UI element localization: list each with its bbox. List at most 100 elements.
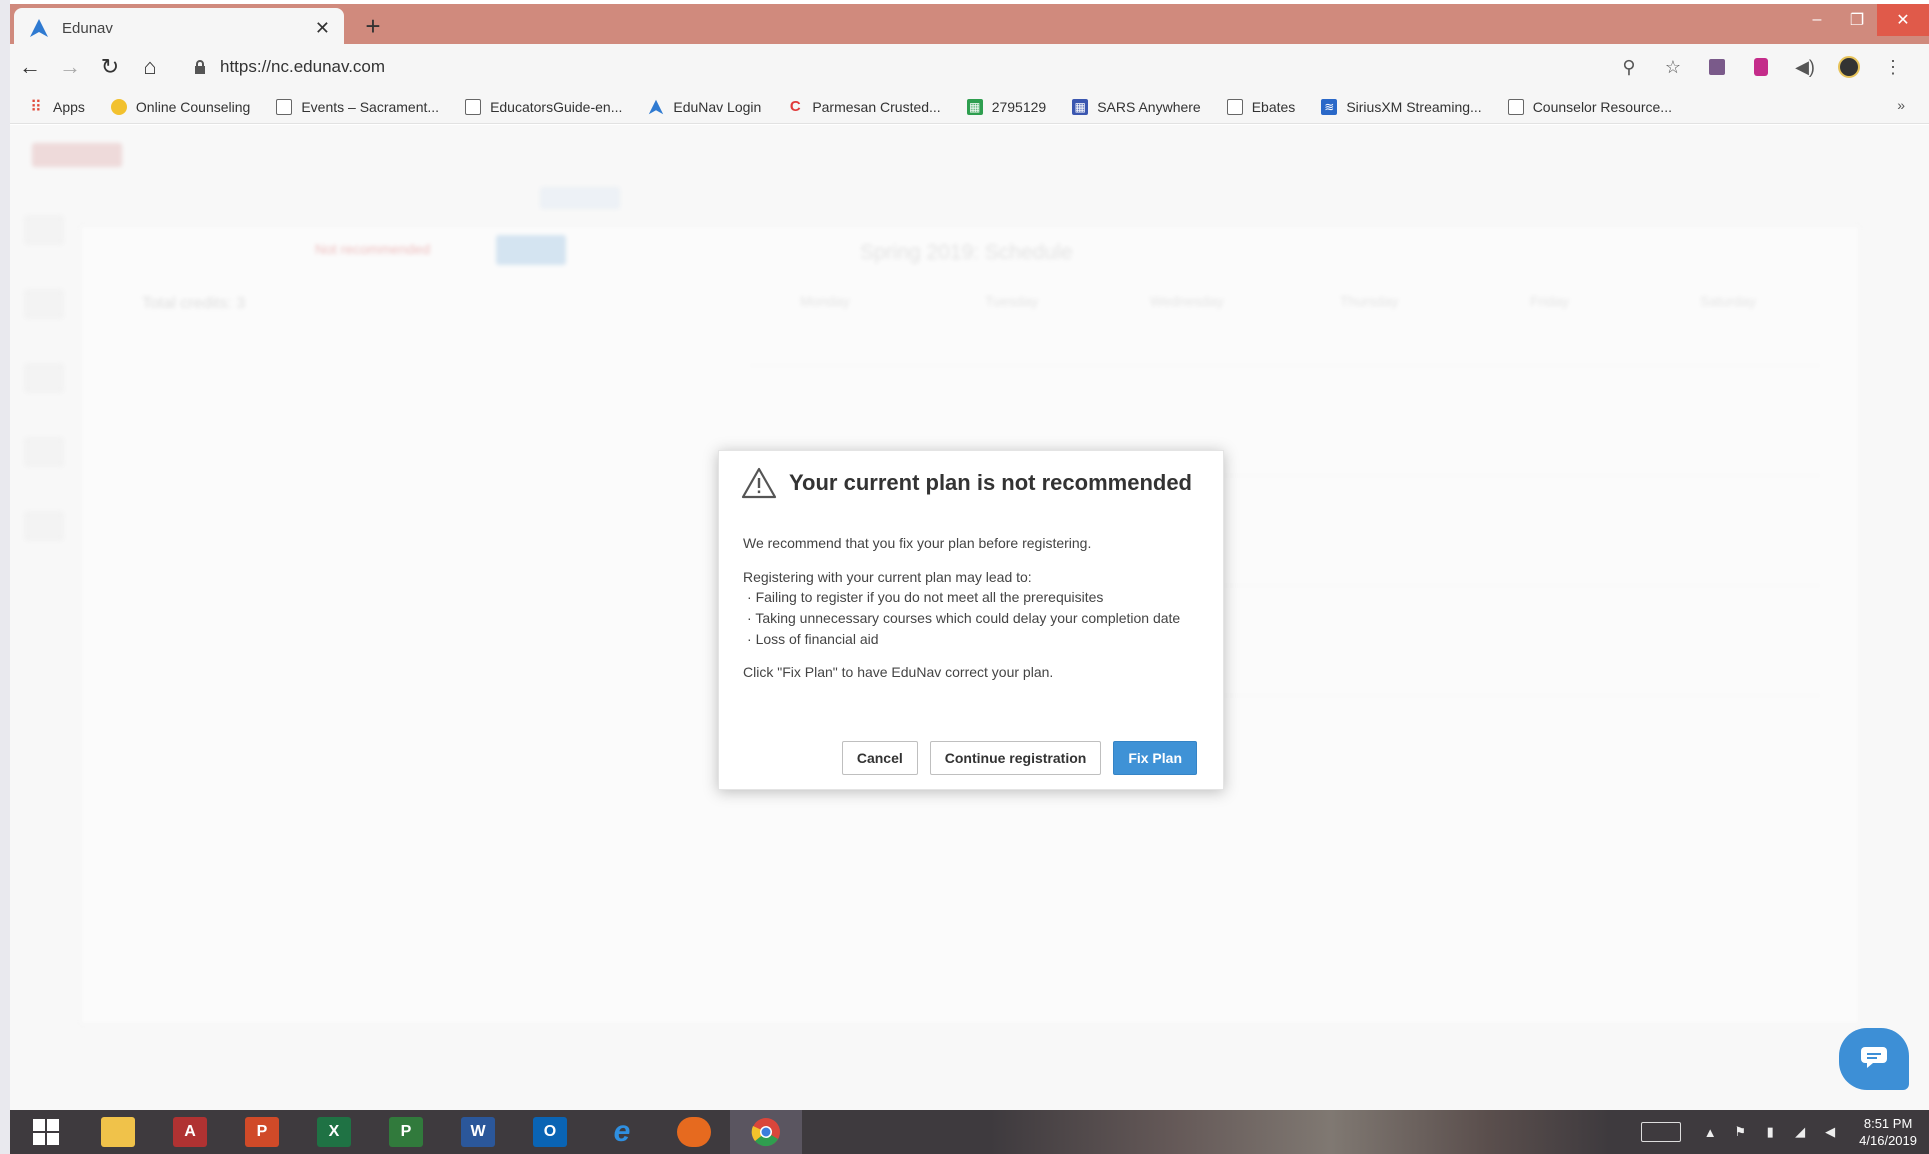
lock-icon — [194, 60, 208, 74]
bookmark-ebates[interactable]: Ebates — [1226, 98, 1296, 115]
page-icon — [1226, 98, 1243, 115]
chat-button[interactable] — [1839, 1028, 1909, 1090]
taskbar-project[interactable]: P — [370, 1110, 442, 1154]
day-column-header: Friday — [1530, 293, 1569, 309]
bookmark-educators-guide[interactable]: EducatorsGuide-en... — [465, 98, 622, 115]
app-logo — [32, 143, 122, 167]
action-center-flag-icon[interactable]: ⚑ — [1725, 1110, 1755, 1154]
app-sub-tab — [540, 187, 620, 209]
browser-title-bar: Edunav ✕ + – ❐ ✕ — [10, 4, 1929, 48]
sidebar-item — [24, 437, 64, 467]
profile-avatar-icon[interactable] — [1827, 50, 1871, 84]
new-tab-button[interactable]: + — [358, 12, 388, 42]
bookmark-events[interactable]: Events – Sacrament... — [276, 98, 439, 115]
file-explorer-icon — [101, 1117, 135, 1147]
taskbar-firefox[interactable] — [658, 1110, 730, 1154]
tab-close-icon[interactable]: ✕ — [315, 18, 330, 39]
bookmark-label: Ebates — [1251, 98, 1296, 115]
taskbar-clock[interactable]: 8:51 PM 4/16/2019 — [1859, 1115, 1917, 1149]
bookmark-apps[interactable]: ⠿ Apps — [28, 98, 85, 116]
edunav-logo-icon — [648, 99, 664, 115]
edunav-logo-icon — [28, 17, 50, 39]
zoom-icon[interactable]: ⚲ — [1607, 50, 1651, 84]
day-column-header: Wednesday — [1150, 293, 1224, 309]
app-header — [10, 125, 1929, 209]
bookmark-siriusxm[interactable]: ≋ SiriusXM Streaming... — [1321, 98, 1482, 115]
bookmark-parmesan[interactable]: C Parmesan Crusted... — [787, 98, 941, 115]
browser-toolbar: ← → ↻ ⌂ https://nc.edunav.com ⚲ ☆ ◀) ⋮ — [10, 44, 1929, 90]
not-recommended-chip: Not recommended — [315, 241, 431, 257]
volume-icon[interactable]: ◀ — [1815, 1110, 1845, 1154]
extension-icon[interactable] — [1695, 50, 1739, 84]
taskbar-excel[interactable]: X — [298, 1110, 370, 1154]
home-button[interactable]: ⌂ — [130, 47, 170, 87]
access-icon: A — [173, 1117, 207, 1147]
bookmark-label: Apps — [53, 98, 85, 115]
taskbar-word[interactable]: W — [442, 1110, 514, 1154]
project-icon: P — [389, 1117, 423, 1147]
taskbar-access[interactable]: A — [154, 1110, 226, 1154]
bookmark-label: Parmesan Crusted... — [812, 98, 941, 115]
bookmark-counselor-resource[interactable]: Counselor Resource... — [1507, 98, 1672, 115]
screen-edge — [0, 0, 10, 1154]
outlook-icon: O — [533, 1117, 567, 1147]
dialog-bullet-item: · Failing to register if you do not meet… — [747, 589, 1104, 605]
sars-icon: ▦ — [1072, 98, 1089, 115]
system-tray: ▲ ⚑ ▮ ◢ ◀ 8:51 PM 4/16/2019 — [1641, 1110, 1917, 1154]
powerpoint-icon: P — [245, 1117, 279, 1147]
cancel-button[interactable]: Cancel — [841, 741, 918, 775]
restore-button[interactable]: ❐ — [1837, 4, 1877, 36]
taskbar-wallpaper — [990, 1110, 1610, 1154]
bullet-text: Failing to register if you do not meet a… — [755, 589, 1104, 605]
grid-line — [750, 365, 1820, 366]
audio-extension-icon[interactable]: ◀) — [1783, 50, 1827, 84]
forward-button[interactable]: → — [50, 47, 90, 87]
page-icon — [276, 98, 293, 115]
bookmark-sars[interactable]: ▦ SARS Anywhere — [1072, 98, 1201, 115]
back-button[interactable]: ← — [10, 47, 50, 87]
taskbar-outlook[interactable]: O — [514, 1110, 586, 1154]
dialog-intro: We recommend that you fix your plan befo… — [743, 535, 1092, 551]
bookmark-label: Online Counseling — [135, 98, 251, 115]
bookmarks-overflow-button[interactable]: » — [1897, 97, 1905, 113]
start-button[interactable] — [10, 1110, 82, 1154]
dialog-lead: Registering with your current plan may l… — [743, 569, 1032, 585]
extension-icons: ⚲ ☆ ◀) ⋮ — [1607, 50, 1929, 84]
schedule-title: Spring 2019: Schedule — [860, 241, 1073, 264]
taskbar-chrome[interactable] — [730, 1110, 802, 1154]
touch-keyboard-icon[interactable] — [1641, 1122, 1682, 1142]
taskbar-powerpoint[interactable]: P — [226, 1110, 298, 1154]
fix-plan-button[interactable]: Fix Plan — [1113, 741, 1197, 775]
minimize-button[interactable]: – — [1797, 4, 1837, 36]
address-bar[interactable]: https://nc.edunav.com — [178, 50, 1599, 84]
internet-explorer-icon: e — [613, 1115, 631, 1148]
folder-icon — [110, 98, 127, 115]
windows-taskbar: A P X P W O e ▲ ⚑ ▮ ◢ ◀ 8:51 PM 4/16/201… — [10, 1110, 1929, 1154]
reload-button[interactable]: ↻ — [90, 47, 130, 87]
dialog-footer-text: Click "Fix Plan" to have EduNav correct … — [743, 664, 1054, 680]
bookmark-label: SARS Anywhere — [1097, 98, 1201, 115]
close-window-button[interactable]: ✕ — [1877, 4, 1929, 36]
sidebar-item — [24, 289, 64, 319]
screen: Edunav ✕ + – ❐ ✕ ← → ↻ ⌂ https://nc.edun… — [0, 0, 1929, 1154]
bookmark-online-counseling[interactable]: Online Counseling — [110, 98, 251, 115]
network-icon[interactable]: ◢ — [1785, 1110, 1815, 1154]
taskbar-internet-explorer[interactable]: e — [586, 1110, 658, 1154]
show-hidden-icons-icon[interactable]: ▲ — [1695, 1110, 1725, 1154]
continue-registration-button[interactable]: Continue registration — [929, 741, 1102, 775]
windows-logo-icon — [33, 1119, 59, 1145]
browser-tab[interactable]: Edunav ✕ — [14, 8, 344, 48]
day-column-header: Monday — [800, 293, 850, 309]
not-recommended-dialog: Your current plan is not recommended We … — [718, 450, 1224, 790]
extension-c-icon[interactable] — [1739, 50, 1783, 84]
bookmark-sheet[interactable]: ▦ 2795129 — [966, 98, 1046, 115]
apps-grid-icon: ⠿ — [30, 98, 42, 116]
bookmark-star-icon[interactable]: ☆ — [1651, 50, 1695, 84]
browser-menu-icon[interactable]: ⋮ — [1871, 50, 1915, 84]
bookmarks-bar: ⠿ Apps Online Counseling Events – Sacram… — [10, 90, 1929, 124]
sidebar-item — [24, 511, 64, 541]
battery-icon[interactable]: ▮ — [1755, 1110, 1785, 1154]
taskbar-file-explorer[interactable] — [82, 1110, 154, 1154]
bookmark-edunav-login[interactable]: EduNav Login — [648, 99, 761, 115]
dialog-actions: Cancel Continue registration Fix Plan — [830, 741, 1197, 775]
